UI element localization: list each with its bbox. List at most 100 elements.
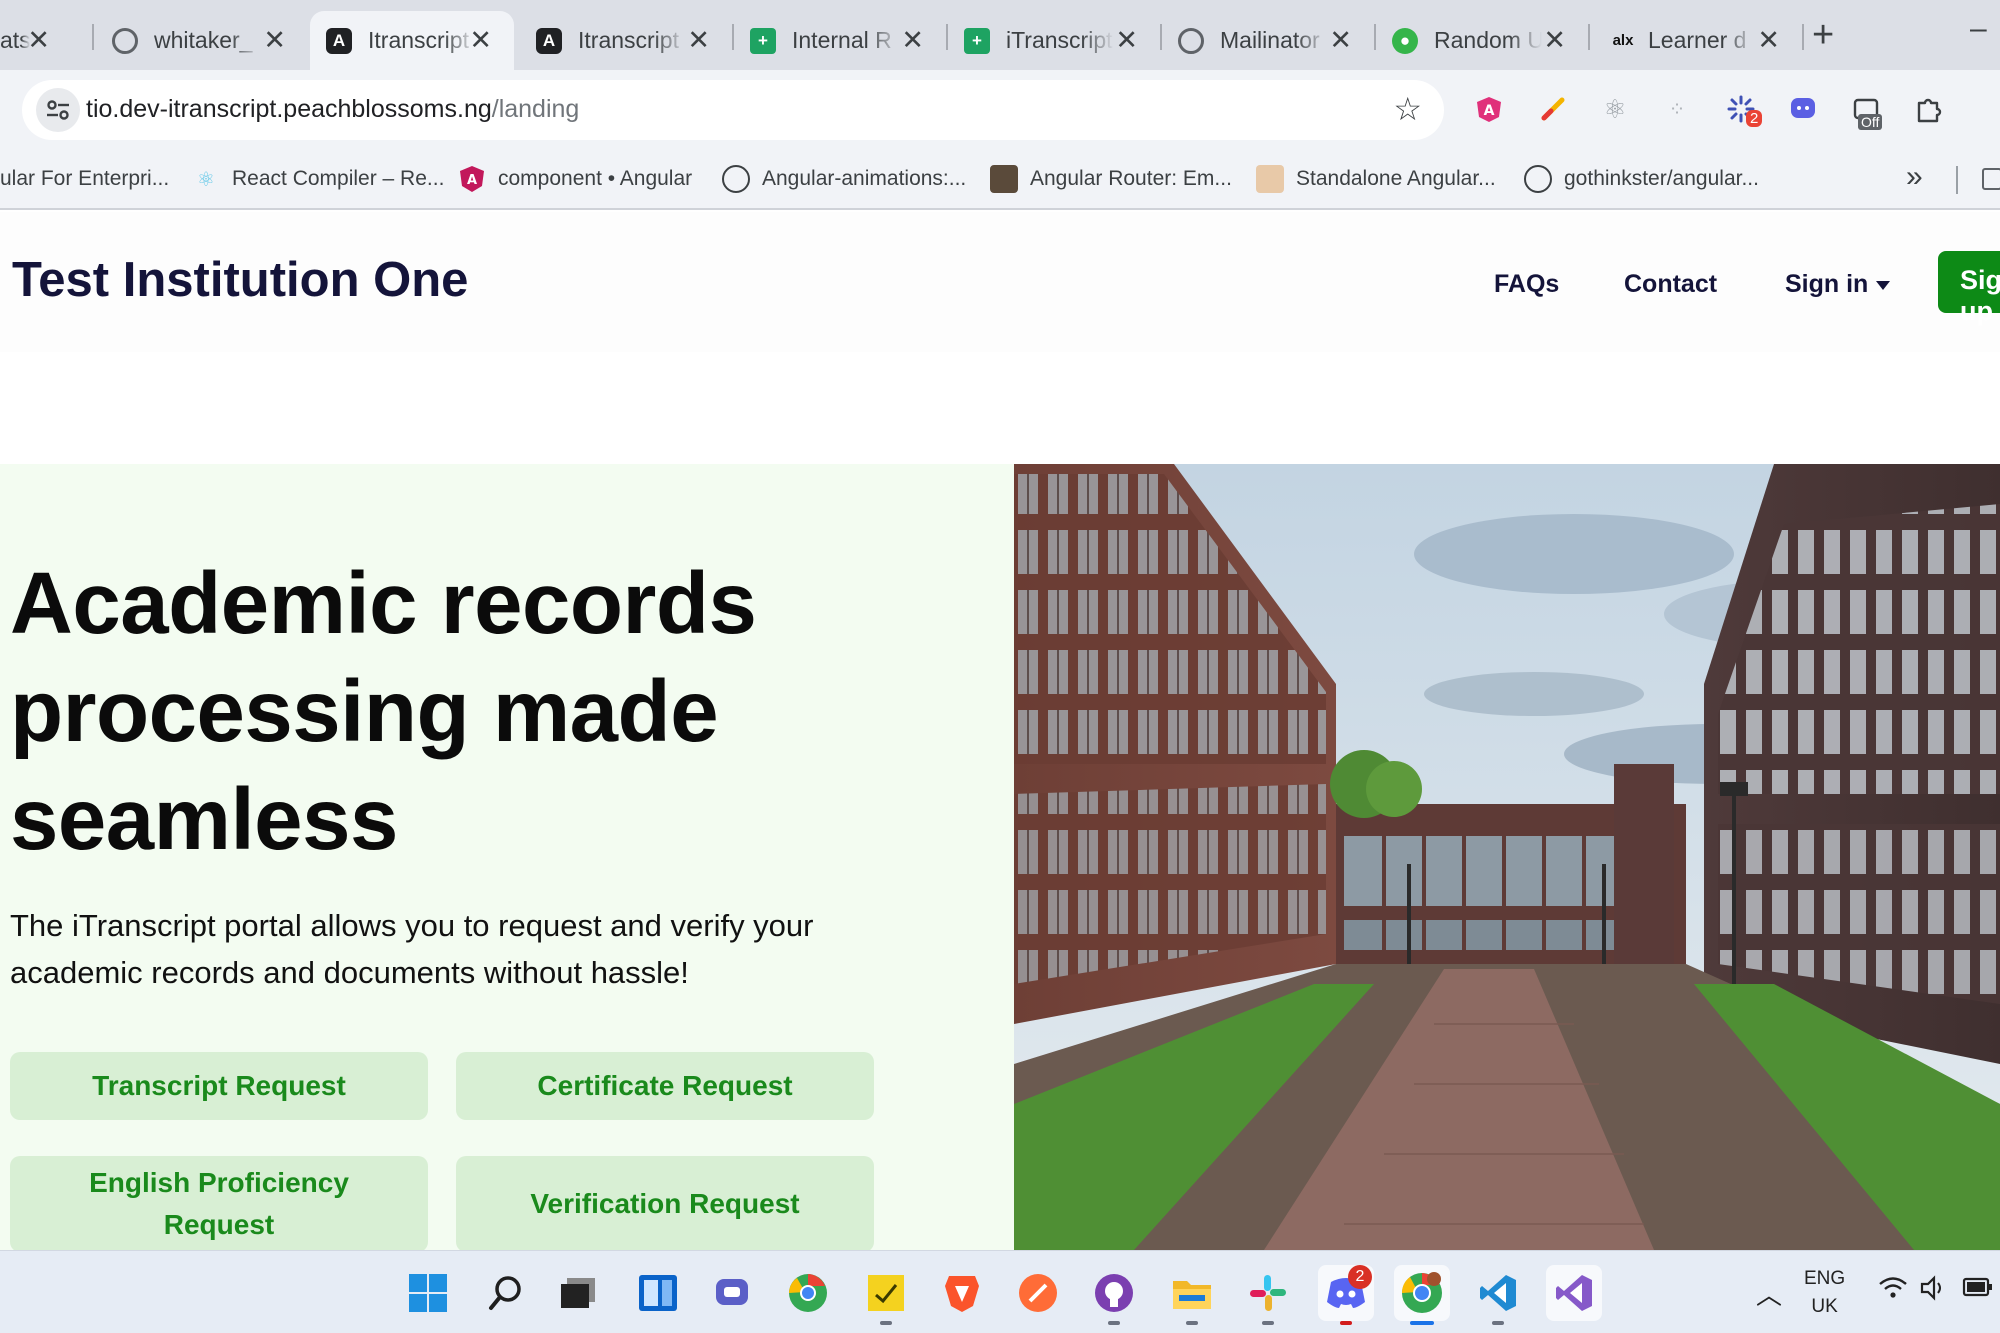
visual-studio-icon[interactable]: [1546, 1265, 1602, 1321]
close-icon[interactable]: ✕: [1757, 25, 1780, 56]
tab-divider: [92, 24, 94, 50]
tab-title: Itranscript: [578, 27, 679, 53]
tab-random-u[interactable]: ● Random U ✕: [1392, 11, 1588, 70]
close-icon[interactable]: ✕: [687, 25, 710, 56]
extension-dots-icon[interactable]: ⁘: [1660, 92, 1694, 126]
tab-title: Random U: [1434, 27, 1542, 53]
tab-whitaker[interactable]: whitaker_ ✕: [112, 11, 308, 70]
brave-browser-icon[interactable]: [934, 1265, 990, 1321]
close-icon[interactable]: ✕: [263, 25, 286, 56]
search-icon[interactable]: [478, 1265, 534, 1321]
close-icon[interactable]: ✕: [27, 25, 50, 56]
bookmark-label: ular For Enterpri...: [0, 167, 170, 190]
transcript-request-button[interactable]: Transcript Request: [10, 1052, 428, 1120]
bookmark-item[interactable]: A component • Angular: [458, 162, 692, 196]
battery-icon[interactable]: [1962, 1275, 1994, 1306]
close-icon[interactable]: ✕: [1543, 25, 1566, 56]
windows-start-icon[interactable]: [400, 1265, 456, 1321]
tab-itranscript[interactable]: A Itranscript ✕: [536, 11, 732, 70]
tab-divider: [1160, 24, 1162, 50]
widgets-icon[interactable]: [630, 1265, 686, 1321]
volume-icon[interactable]: [1920, 1275, 1948, 1308]
language-indicator[interactable]: ENG UK: [1804, 1265, 1845, 1321]
tab-itranscript-active[interactable]: A Itranscript ✕: [310, 11, 514, 70]
browser-tab-strip: ats ✕ whitaker_ ✕ A Itranscript ✕ A Itra…: [0, 0, 2000, 70]
hero-campus-image: [1014, 464, 2000, 1250]
url-text[interactable]: tio.dev-itranscript.peachblossoms.ng/lan…: [86, 95, 579, 124]
bookmark-item[interactable]: ular For Enterpri...: [0, 162, 169, 196]
sheets-icon: +: [964, 27, 990, 54]
tab-title: Internal R: [792, 27, 892, 53]
globe-icon: [112, 27, 138, 54]
english-proficiency-request-button[interactable]: English Proficiency Request: [10, 1156, 428, 1252]
bookmark-label: React Compiler – Re...: [232, 167, 445, 190]
off-extension-icon[interactable]: Off: [1850, 92, 1884, 130]
tab-learner[interactable]: alx Learner d ✕: [1606, 11, 1802, 70]
address-bar[interactable]: tio.dev-itranscript.peachblossoms.ng/lan…: [22, 80, 1444, 140]
nav-faqs[interactable]: FAQs: [1494, 270, 1559, 299]
file-explorer-icon[interactable]: [1164, 1265, 1220, 1325]
active-indicator: [1410, 1321, 1434, 1325]
postman-icon[interactable]: [1010, 1265, 1066, 1321]
site-brand[interactable]: Test Institution One: [12, 252, 468, 308]
chat-extension-icon[interactable]: [1786, 92, 1820, 126]
bookmark-label: component • Angular: [498, 167, 693, 190]
close-icon[interactable]: ✕: [901, 25, 924, 56]
github-icon: [722, 165, 750, 193]
campus-illustration: [1014, 464, 2000, 1250]
bookmark-item[interactable]: Standalone Angular...: [1256, 162, 1496, 196]
lang-region: UK: [1811, 1296, 1838, 1317]
extension-badge: 2: [1746, 110, 1763, 127]
react-devtools-extension-icon[interactable]: ⚛: [1598, 92, 1632, 126]
task-view-icon[interactable]: [550, 1265, 606, 1321]
folder-icon[interactable]: [1982, 168, 2000, 190]
signin-label: Sign in: [1785, 270, 1869, 298]
angular-devtools-extension-icon[interactable]: A: [1472, 92, 1506, 126]
bookmarks-bar: ular For Enterpri... ⚛ React Compiler – …: [0, 150, 2000, 210]
bookmark-label: Standalone Angular...: [1296, 167, 1496, 190]
caret-down-icon: [1876, 280, 1891, 290]
nav-contact[interactable]: Contact: [1624, 270, 1717, 299]
bookmark-item[interactable]: gothinkster/angular...: [1524, 162, 1759, 196]
chevron-up-icon[interactable]: ︿: [1756, 1275, 1782, 1312]
discord-icon[interactable]: 2: [1318, 1265, 1374, 1325]
chrome-dev-icon[interactable]: [780, 1265, 836, 1321]
vscode-icon[interactable]: [1470, 1265, 1526, 1325]
running-indicator: [1108, 1321, 1120, 1325]
bookmark-item[interactable]: Angular Router: Em...: [990, 162, 1232, 196]
minimize-icon[interactable]: –: [1970, 12, 1987, 46]
loader-extension-icon[interactable]: 2: [1724, 92, 1763, 127]
chrome-icon[interactable]: [1394, 1265, 1450, 1325]
tab-mailinator[interactable]: Mailinator ✕: [1178, 11, 1374, 70]
url-host: tio.dev-itranscript.peachblossoms.ng: [86, 95, 492, 123]
bookmark-item[interactable]: ⚛ React Compiler – Re...: [192, 162, 444, 196]
wifi-icon[interactable]: [1878, 1275, 1908, 1308]
url-path: /landing: [491, 95, 580, 123]
close-icon[interactable]: ✕: [1329, 25, 1352, 56]
extensions-puzzle-icon[interactable]: [1912, 92, 1946, 126]
bookmark-item[interactable]: Angular-animations:...: [722, 162, 966, 196]
bookmark-star-icon[interactable]: ☆: [1393, 90, 1422, 128]
slack-icon[interactable]: [1240, 1265, 1296, 1325]
tab-itranscript-sheet[interactable]: + iTranscript ✕: [964, 11, 1160, 70]
site-header: Test Institution One FAQs Contact Sign i…: [0, 212, 2000, 352]
tab-title: iTranscript: [1006, 27, 1113, 53]
close-icon[interactable]: ✕: [1115, 25, 1138, 56]
color-picker-extension-icon[interactable]: [1536, 92, 1570, 126]
certificate-request-button[interactable]: Certificate Request: [456, 1052, 874, 1120]
new-tab-plus-icon[interactable]: +: [1812, 14, 1834, 57]
verification-request-button[interactable]: Verification Request: [456, 1156, 874, 1252]
close-icon[interactable]: ✕: [469, 25, 492, 56]
green-circle-icon: ●: [1392, 27, 1418, 54]
sticky-notes-icon[interactable]: [858, 1265, 914, 1325]
tab-ats[interactable]: ats ✕: [0, 11, 72, 70]
github-desktop-icon[interactable]: [1086, 1265, 1142, 1325]
teams-chat-icon[interactable]: [706, 1265, 762, 1321]
avatar-icon: [990, 165, 1018, 193]
tab-internal-r[interactable]: + Internal R ✕: [750, 11, 946, 70]
signup-button[interactable]: Sign up: [1938, 251, 2000, 326]
site-settings-icon[interactable]: [36, 88, 80, 132]
tab-divider: [732, 24, 734, 50]
more-bookmarks-chevron-icon[interactable]: »: [1906, 160, 1923, 194]
nav-signin-dropdown[interactable]: Sign in: [1785, 270, 1891, 299]
